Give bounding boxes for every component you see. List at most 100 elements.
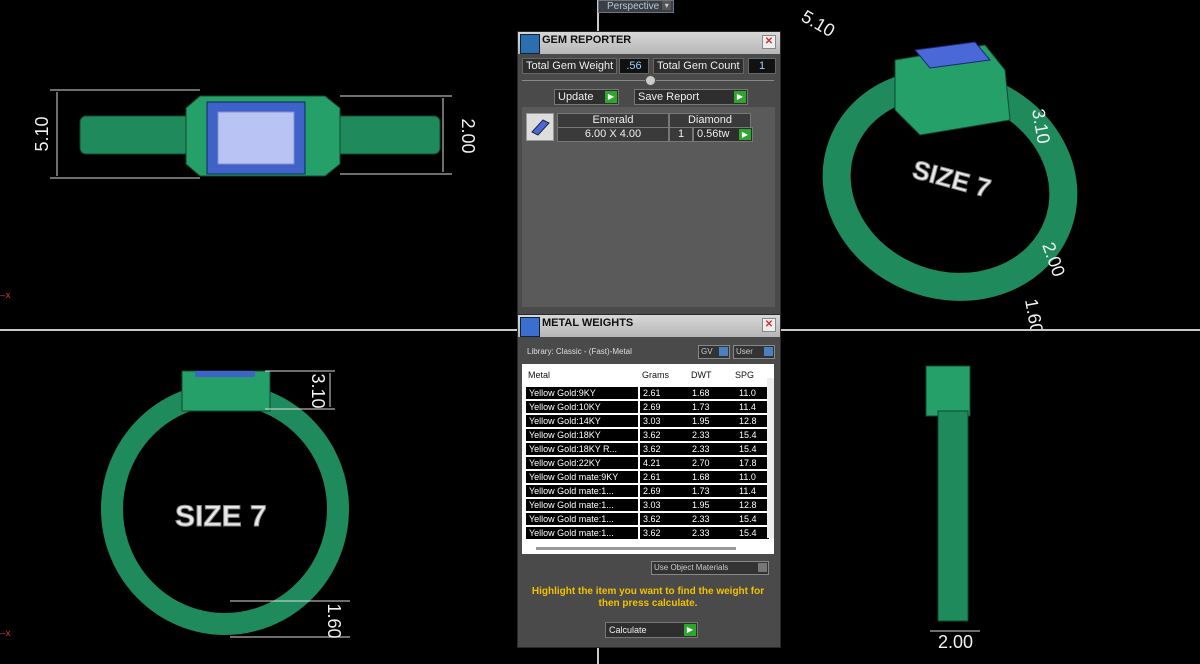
vertical-scrollbar[interactable] [767,378,774,538]
table-row[interactable]: Yellow Gold mate:1... 3.62 2.33 15.4 [522,526,769,540]
play-icon: ▶ [605,91,617,103]
table-cell: 2.61 [640,471,690,483]
dimension-label: 2.00 [938,632,973,652]
table-cell: 11.0 [736,471,769,483]
table-row[interactable]: Yellow Gold:18KY R... 3.62 2.33 15.4 [522,442,769,456]
close-icon[interactable]: ✕ [762,318,776,332]
ring-shank-side [937,410,969,622]
column-header[interactable]: SPG [735,370,754,380]
table-cell: 1.68 [689,471,737,483]
total-gem-count-value: 1 [748,58,776,74]
table-cell: 12.8 [736,499,769,511]
gem-front [195,371,255,377]
table-cell: 2.33 [689,443,737,455]
gem-type-header: Diamond [669,113,751,128]
user-toggle[interactable]: User [733,345,775,359]
gv-toggle[interactable]: GV [698,345,730,359]
table-cell: Yellow Gold mate:1... [526,527,638,539]
save-report-button[interactable]: Save Report ▶ [634,89,748,105]
gem-qty-cell[interactable]: 1 [669,127,693,142]
table-cell: 2.33 [689,429,737,441]
calculate-button[interactable]: Calculate ▶ [605,622,698,638]
total-gem-weight-value: .56 [619,58,649,74]
metal-weights-icon [520,317,540,337]
update-button[interactable]: Update ▶ [554,89,619,105]
table-cell: 3.03 [640,415,690,427]
table-cell: 1.73 [689,485,737,497]
table-cell: 15.4 [736,527,769,539]
table-row[interactable]: Yellow Gold mate:1... 2.69 1.73 11.4 [522,484,769,498]
column-header[interactable]: DWT [691,370,712,380]
table-cell: 11.0 [736,387,769,399]
panel-title: GEM REPORTER [542,34,632,46]
table-cell: 2.33 [689,527,737,539]
metal-weights-table[interactable]: Metal Grams DWT SPG Yellow Gold:9KY 2.61 1… [522,364,774,554]
table-cell: 3.62 [640,429,690,441]
gem-weight-cell[interactable]: 0.56tw ▶ [693,127,753,142]
total-gem-weight-label: Total Gem Weight [522,58,618,74]
table-row[interactable]: Yellow Gold mate:1... 3.03 1.95 12.8 [522,498,769,512]
table-cell: 12.8 [736,415,769,427]
table-cell: 2.33 [689,513,737,525]
horizontal-scrollbar[interactable] [536,547,736,550]
viewport-side[interactable]: 2.00 [780,331,1200,664]
table-cell: Yellow Gold:9KY [526,387,638,399]
table-cell: 15.4 [736,443,769,455]
viewport-front[interactable]: SIZE 7 3.10 1.60 [0,331,597,664]
table-cell: 3.03 [640,499,690,511]
dimension-label: 1.60 [324,603,344,638]
table-cell: 2.70 [689,457,737,469]
panel-title: METAL WEIGHTS [542,317,634,329]
dimension-label: 5.10 [798,6,838,41]
table-row[interactable]: Yellow Gold mate:1... 3.62 2.33 15.4 [522,512,769,526]
table-cell: 15.4 [736,513,769,525]
table-cell: Yellow Gold:14KY [526,415,638,427]
play-icon: ▶ [739,129,751,140]
close-icon[interactable]: ✕ [762,35,776,49]
viewport-perspective[interactable]: SIZE 7 5.10 3.10 2.00 1.60 [780,0,1200,329]
table-cell: Yellow Gold:18KY [526,429,638,441]
table-row[interactable]: Yellow Gold mate:9KY 2.61 1.68 11.0 [522,470,769,484]
use-object-materials-toggle[interactable]: Use Object Materials [651,561,769,575]
column-header[interactable]: Grams [642,370,669,380]
table-cell: 2.61 [640,387,690,399]
gem-thumbnail-icon[interactable] [526,113,554,141]
metal-weights-titlebar[interactable]: METAL WEIGHTS ✕ [518,315,780,337]
table-row[interactable]: Yellow Gold:9KY 2.61 1.68 11.0 [522,386,769,400]
view-mode-label: Perspective [607,1,660,12]
view-mode-dropdown[interactable]: Perspective ▾ [598,0,675,13]
table-cell: 3.62 [640,527,690,539]
table-cell: 11.4 [736,401,769,413]
collapse-handle[interactable] [645,75,656,86]
table-row[interactable]: Yellow Gold:10KY 2.69 1.73 11.4 [522,400,769,414]
play-icon: ▶ [684,624,696,636]
toggle-icon [764,347,773,356]
table-row[interactable]: Yellow Gold:14KY 3.03 1.95 12.8 [522,414,769,428]
table-row[interactable]: Yellow Gold:18KY 3.62 2.33 15.4 [522,428,769,442]
dimension-label: 1.60 [1021,297,1047,329]
table-cell: 17.8 [736,457,769,469]
column-header[interactable]: Metal [528,370,550,380]
table-header: Metal Grams DWT SPG [522,364,774,384]
gem-reporter-titlebar[interactable]: GEM REPORTER ✕ [518,32,780,54]
play-icon: ▶ [734,91,746,103]
table-cell: 1.73 [689,401,737,413]
table-cell: 3.62 [640,513,690,525]
gem-reporter-icon [520,34,540,54]
table-cell: Yellow Gold:18KY R... [526,443,638,455]
viewport-top[interactable]: 5.10 2.00 [0,0,597,329]
gem-size-cell[interactable]: 6.00 X 4.00 [557,127,669,142]
table-cell: 11.4 [736,485,769,497]
total-gem-count-label: Total Gem Count [653,58,744,74]
table-cell: 4.21 [640,457,690,469]
gem-shape-header: Emerald [557,113,669,128]
table-cell: Yellow Gold mate:1... [526,485,638,497]
table-cell: Yellow Gold:10KY [526,401,638,413]
gem-top [217,111,295,165]
calculate-hint: Highlight the item you want to find the … [531,586,765,609]
table-cell: 2.69 [640,485,690,497]
table-row[interactable]: Yellow Gold:22KY 4.21 2.70 17.8 [522,456,769,470]
table-cell: 2.69 [640,401,690,413]
ring-engraving-text: SIZE 7 [175,500,267,533]
dimension-label: 2.00 [458,118,478,153]
